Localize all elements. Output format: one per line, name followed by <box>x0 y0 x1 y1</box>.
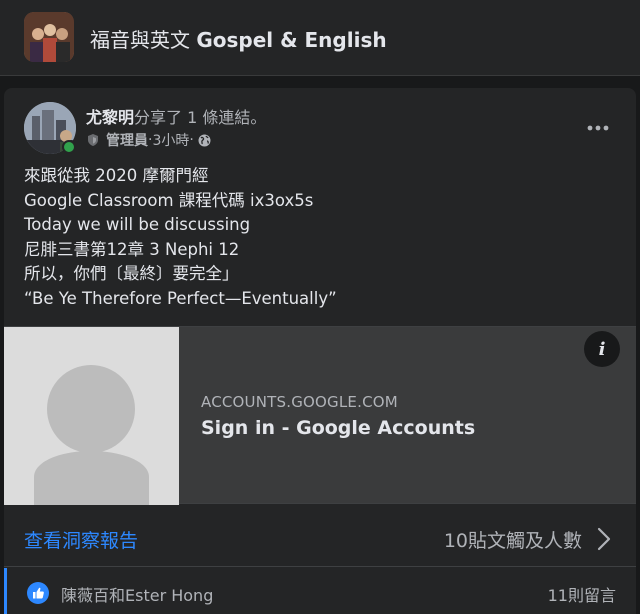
comments-count[interactable]: 11則留言 <box>548 582 616 606</box>
post-line: Today we will be discussing <box>24 215 251 234</box>
chevron-right-icon[interactable] <box>596 526 612 552</box>
group-title[interactable]: 福音與英文 Gospel & English <box>90 24 387 53</box>
preview-thumbnail <box>4 327 179 505</box>
insights-row: 查看洞察報告 10貼文觸及人數 <box>4 516 636 568</box>
post-line: Google Classroom 課程代碼 ix3ox5s <box>24 190 314 210</box>
preview-domain: ACCOUNTS.GOOGLE.COM <box>201 393 398 411</box>
info-icon: i <box>598 338 606 360</box>
preview-title[interactable]: Sign in - Google Accounts <box>201 417 475 439</box>
group-name-en: Gospel & English <box>196 28 387 52</box>
post-line: 尼腓三書第12章 3 Nephi 12 <box>24 239 240 259</box>
view-insights-link[interactable]: 查看洞察報告 <box>24 526 138 553</box>
group-name-zh: 福音與英文 <box>90 28 197 52</box>
group-header: 福音與英文 Gospel & English <box>0 0 640 76</box>
post-card: 尤黎明分享了 1 條連結。 管理員 · 3小時 · 來跟從我 2020 摩爾門經… <box>4 88 636 614</box>
meta-separator-2: · <box>189 132 194 148</box>
info-button[interactable]: i <box>584 331 620 367</box>
divider <box>4 566 636 567</box>
post-line: “Be Ye Therefore Perfect—Eventually” <box>24 288 337 308</box>
globe-icon[interactable] <box>198 134 211 147</box>
link-preview-card[interactable]: i ACCOUNTS.GOOGLE.COM Sign in - Google A… <box>4 326 636 505</box>
reaction-names[interactable]: 陳薇百和Ester Hong <box>61 582 213 606</box>
admin-shield-icon <box>88 134 98 146</box>
post-body: 來跟從我 2020 摩爾門經 Google Classroom 課程代碼 ix3… <box>24 164 337 311</box>
group-avatar[interactable] <box>24 12 74 62</box>
admin-role-label: 管理員 <box>106 133 148 149</box>
post-meta: 管理員 · 3小時 · <box>86 130 211 150</box>
post-line: 所以，你們〔最終〕要完全」 <box>24 264 239 283</box>
post-reach-text[interactable]: 10貼文觸及人數 <box>444 526 582 553</box>
like-reaction-icon <box>27 582 49 604</box>
post-line: 來跟從我 2020 摩爾門經 <box>24 166 209 185</box>
reactions-row: 陳薇百和Ester Hong 11則留言 <box>4 568 636 614</box>
post-header-line: 尤黎明分享了 1 條連結。 <box>86 104 266 128</box>
online-status-dot <box>62 140 76 154</box>
author-name[interactable]: 尤黎明 <box>86 108 134 127</box>
more-icon <box>587 125 609 131</box>
more-options-button[interactable] <box>580 110 616 146</box>
default-profile-icon <box>4 327 179 505</box>
shared-action-text: 分享了 1 條連結。 <box>134 108 267 127</box>
post-time[interactable]: 3小時 <box>152 130 189 150</box>
